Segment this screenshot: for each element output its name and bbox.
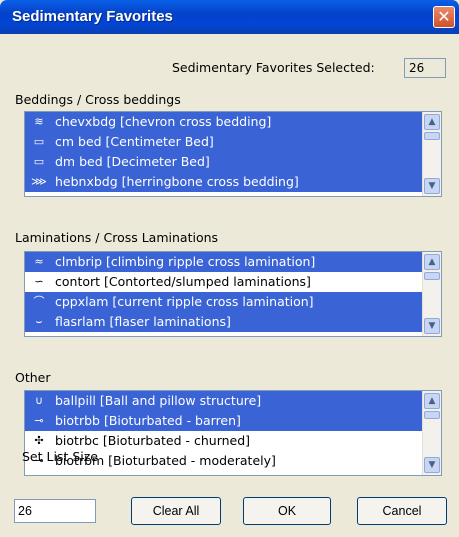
title-bar[interactable]: Sedimentary Favorites ✕: [0, 0, 459, 34]
list-item[interactable]: ∪ ballpill [Ball and pillow structure]: [25, 391, 441, 411]
list-size-label: Set List Size: [22, 449, 98, 464]
scroll-down-button[interactable]: ▼: [424, 178, 440, 194]
list-item-label: biotrbb [Bioturbated - barren]: [55, 413, 241, 428]
list-item-label: clmbrip [climbing ripple cross laminatio…: [55, 254, 316, 269]
chevron-down-icon: ▼: [428, 321, 436, 331]
chevron-up-icon: ▲: [428, 257, 436, 267]
scrollbar[interactable]: ▲ ▼: [422, 391, 441, 475]
chevron-down-icon: ▼: [428, 460, 436, 470]
list-item[interactable]: ▭ dm bed [Decimeter Bed]: [25, 152, 441, 172]
list-item[interactable]: ⌣ flasrlam [flaser laminations]: [25, 312, 441, 332]
list-item[interactable]: ⊸ biotrbb [Bioturbated - barren]: [25, 411, 441, 431]
list-item[interactable]: ▭ cm bed [Centimeter Bed]: [25, 132, 441, 152]
bioturbated-churned-icon: ✣: [34, 434, 44, 447]
chevron-up-icon: ▲: [428, 117, 436, 127]
group-label-other: Other: [15, 370, 51, 385]
close-button[interactable]: ✕: [433, 6, 455, 28]
close-icon: ✕: [437, 7, 451, 26]
list-item[interactable]: ∽ contort [Contorted/slumped laminations]: [25, 272, 441, 292]
laminations-listbox[interactable]: ≈ clmbrip [climbing ripple cross laminati…: [24, 251, 442, 337]
list-size-input[interactable]: [14, 499, 96, 523]
selected-count-field: 26: [404, 58, 446, 78]
ok-button[interactable]: OK: [243, 497, 331, 525]
scrollbar[interactable]: ▲ ▼: [422, 112, 441, 196]
chevron-up-icon: ▲: [428, 396, 436, 406]
bioturbated-barren-icon: ⊸: [34, 414, 44, 427]
current-ripple-icon: ⌒: [33, 295, 45, 308]
beddings-listbox[interactable]: ≋ chevxbdg [chevron cross bedding] ▭ cm be…: [24, 111, 442, 197]
scroll-thumb[interactable]: [424, 132, 440, 140]
chevron-down-icon: ▼: [428, 181, 436, 191]
dialog-window: Sedimentary Favorites ✕ Sedimentary Favo…: [0, 0, 459, 537]
scroll-up-button[interactable]: ▲: [424, 393, 440, 409]
list-item-label: ballpill [Ball and pillow structure]: [55, 393, 262, 408]
decimeter-bed-icon: ▭: [33, 155, 45, 168]
cancel-button[interactable]: Cancel: [357, 497, 447, 525]
list-item-label: chevxbdg [chevron cross bedding]: [55, 114, 272, 129]
list-item[interactable]: ⋙ hebnxbdg [herringbone cross bedding]: [25, 172, 441, 192]
scroll-down-button[interactable]: ▼: [424, 457, 440, 473]
list-item-label: flasrlam [flaser laminations]: [55, 314, 231, 329]
scroll-down-button[interactable]: ▼: [424, 318, 440, 334]
clear-all-button[interactable]: Clear All: [131, 497, 221, 525]
chevron-bedding-icon: ≋: [34, 115, 44, 128]
scroll-thumb[interactable]: [424, 411, 440, 419]
window-title: Sedimentary Favorites: [12, 8, 173, 25]
group-label-beddings: Beddings / Cross beddings: [15, 92, 181, 107]
scrollbar[interactable]: ▲ ▼: [422, 252, 441, 336]
scroll-up-button[interactable]: ▲: [424, 114, 440, 130]
contorted-lamination-icon: ∽: [34, 275, 44, 288]
flaser-lamination-icon: ⌣: [35, 315, 43, 328]
climbing-ripple-icon: ≈: [34, 255, 44, 268]
centimeter-bed-icon: ▭: [33, 135, 45, 148]
herringbone-bedding-icon: ⋙: [31, 175, 47, 188]
scroll-up-button[interactable]: ▲: [424, 254, 440, 270]
list-item-label: dm bed [Decimeter Bed]: [55, 154, 210, 169]
list-item-label: hebnxbdg [herringbone cross bedding]: [55, 174, 299, 189]
list-item-label: contort [Contorted/slumped laminations]: [55, 274, 311, 289]
list-item-label: cm bed [Centimeter Bed]: [55, 134, 214, 149]
selected-count-label: Sedimentary Favorites Selected:: [172, 60, 375, 75]
list-item-label: biotrbc [Bioturbated - churned]: [55, 433, 251, 448]
scroll-thumb[interactable]: [424, 272, 440, 280]
list-item[interactable]: ≈ clmbrip [climbing ripple cross laminati…: [25, 252, 441, 272]
list-item[interactable]: ⌒ cppxlam [current ripple cross laminatio…: [25, 292, 441, 312]
group-label-laminations: Laminations / Cross Laminations: [15, 230, 219, 245]
ball-pillow-icon: ∪: [34, 394, 44, 407]
list-item[interactable]: ✣ biotrbc [Bioturbated - churned]: [25, 431, 441, 451]
list-item[interactable]: ≋ chevxbdg [chevron cross bedding]: [25, 112, 441, 132]
list-item-label: cppxlam [current ripple cross lamination…: [55, 294, 314, 309]
